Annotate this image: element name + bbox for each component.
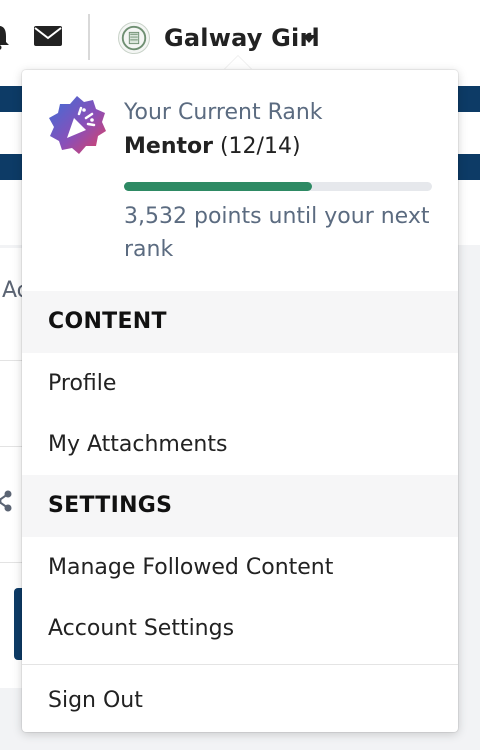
menu-item-my-attachments[interactable]: My Attachments <box>22 415 458 475</box>
rank-level: (12/14) <box>219 134 301 159</box>
mail-icon[interactable] <box>34 26 62 46</box>
menu-item-sign-out[interactable]: Sign Out <box>22 671 458 731</box>
rank-progress-fill <box>124 182 312 191</box>
menu-divider <box>22 664 458 665</box>
party-popper-badge-icon <box>49 96 106 154</box>
avatar-crest-icon <box>121 25 147 51</box>
dropdown-arrow <box>224 56 252 70</box>
section-header-content: CONTENT <box>22 291 458 353</box>
menu-item-manage-followed-content[interactable]: Manage Followed Content <box>22 538 458 598</box>
avatar[interactable] <box>118 22 150 54</box>
rank-name: Mentor <box>124 134 213 159</box>
caret-down-icon[interactable] <box>302 35 316 43</box>
rank-points-message: 3,532 points until your next rank <box>124 204 430 262</box>
section-header-settings: SETTINGS <box>22 475 458 537</box>
username[interactable]: Galway Girl <box>164 24 320 52</box>
rank-progress-bar <box>124 182 432 191</box>
rank-caption: Your Current Rank <box>124 100 323 125</box>
rank-line: Mentor (12/14) <box>124 134 301 159</box>
user-menu-dropdown: Your Current Rank Mentor (12/14) 3,532 p… <box>22 70 458 732</box>
share-icon[interactable] <box>0 490 12 512</box>
menu-item-account-settings[interactable]: Account Settings <box>22 599 458 659</box>
menu-item-profile[interactable]: Profile <box>22 354 458 414</box>
bell-icon[interactable] <box>0 24 10 50</box>
header-divider <box>88 14 90 60</box>
